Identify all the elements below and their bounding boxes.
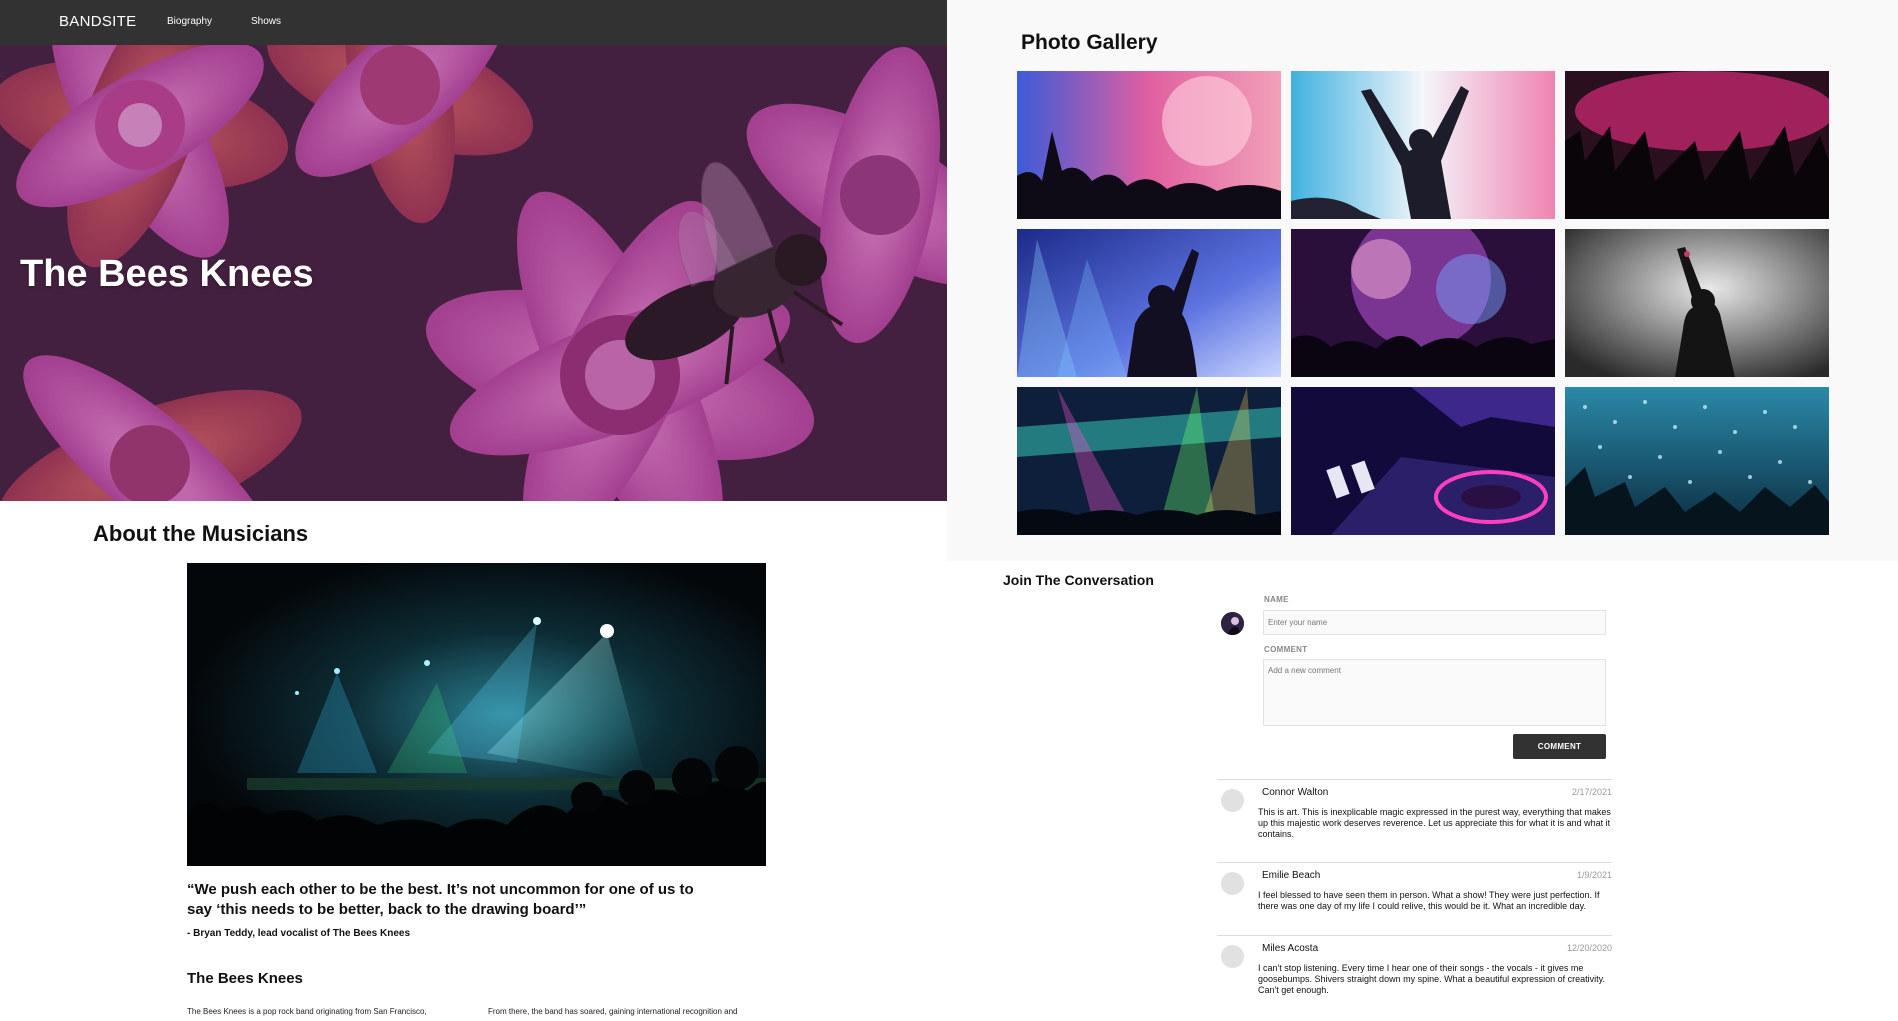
band-page-left: BANDSITE Biography Shows The Bees Knees … (0, 0, 947, 1021)
user-avatar (1221, 612, 1244, 635)
gallery-photo-7[interactable] (1017, 387, 1281, 535)
comment-input[interactable] (1263, 659, 1606, 726)
bio-paragraph-1: The Bees Knees is a pop rock band origin… (187, 1007, 427, 1016)
comment-label: COMMENT (1264, 645, 1308, 654)
gallery-photo-6[interactable] (1565, 229, 1829, 377)
conversation-title: Join The Conversation (1003, 572, 1154, 588)
gallery-photo-8[interactable] (1291, 387, 1555, 535)
photo-gallery-section: Photo Gallery (947, 0, 1898, 561)
gallery-photo-5[interactable] (1291, 229, 1555, 377)
commenter-avatar (1221, 789, 1244, 812)
bio-title: The Bees Knees (187, 970, 303, 987)
quote-attribution: - Bryan Teddy, lead vocalist of The Bees… (187, 928, 411, 939)
comment-item: Connor Walton 2/17/2021 This is art. Thi… (1217, 779, 1612, 863)
comment-date: 1/9/2021 (1576, 870, 1612, 880)
concert-stage-photo (187, 563, 766, 866)
brand-logo[interactable]: BANDSITE (59, 13, 136, 30)
comment-text: I feel blessed to have seen them in pers… (1258, 890, 1600, 911)
comment-date: 2/17/2021 (1571, 787, 1612, 797)
submit-comment-button[interactable]: COMMENT (1513, 734, 1606, 759)
gallery-photo-1[interactable] (1017, 71, 1281, 219)
top-navbar: BANDSITE Biography Shows (0, 0, 947, 45)
commenter-avatar (1221, 945, 1244, 968)
gallery-photo-4[interactable] (1017, 229, 1281, 377)
musician-quote: “We push each other to be the best. It’s… (187, 881, 694, 918)
gallery-photo-3[interactable] (1565, 71, 1829, 219)
gallery-photo-9[interactable] (1565, 387, 1829, 535)
nav-link-shows[interactable]: Shows (251, 16, 281, 27)
commenter-name: Emilie Beach (1262, 870, 1321, 881)
commenter-avatar (1221, 872, 1244, 895)
band-page-right: Photo Gallery Join The Conversation NAME… (947, 0, 1898, 1021)
hero-title: The Bees Knees (20, 253, 314, 295)
nav-link-biography[interactable]: Biography (167, 16, 212, 27)
comment-text: I can't stop listening. Every time I hea… (1258, 963, 1606, 995)
comment-item: Emilie Beach 1/9/2021 I feel blessed to … (1217, 862, 1612, 946)
comment-item: Miles Acosta 12/20/2020 I can't stop lis… (1217, 935, 1612, 1019)
commenter-name: Connor Walton (1262, 787, 1329, 798)
commenter-name: Miles Acosta (1262, 943, 1319, 954)
hero-banner: The Bees Knees (0, 45, 947, 501)
name-input[interactable] (1263, 610, 1606, 635)
comment-text: This is art. This is inexplicable magic … (1258, 807, 1611, 839)
gallery-photo-2[interactable] (1291, 71, 1555, 219)
bio-paragraph-2: From there, the band has soared, gaining… (488, 1007, 738, 1016)
comment-date: 12/20/2020 (1566, 943, 1612, 953)
name-label: NAME (1264, 595, 1289, 604)
about-section-title: About the Musicians (93, 521, 309, 546)
gallery-title: Photo Gallery (1021, 31, 1158, 54)
